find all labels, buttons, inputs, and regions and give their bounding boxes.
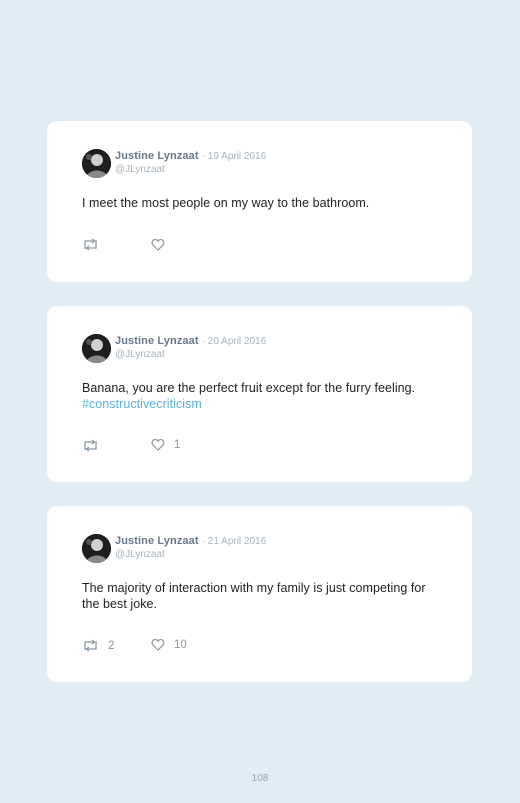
author-name[interactable]: Justine Lynzaat	[115, 535, 199, 547]
heart-icon	[151, 239, 165, 251]
author-handle: @JLynzaat	[115, 164, 165, 175]
tweet-card: Justine Lynzaat · 19 April 2016 @JLynzaa…	[47, 121, 472, 282]
heart-icon	[151, 639, 165, 651]
tweet-date: · 19 April 2016	[201, 151, 267, 162]
heart-icon	[151, 439, 165, 451]
retweet-icon	[84, 639, 97, 652]
like-button[interactable]: 10	[151, 639, 187, 651]
retweet-button[interactable]	[82, 238, 108, 251]
like-count: 10	[174, 639, 187, 651]
tweet-header: Justine Lynzaat · 20 April 2016	[115, 335, 266, 347]
avatar[interactable]	[82, 149, 111, 178]
author-name[interactable]: Justine Lynzaat	[115, 150, 199, 162]
tweet-text: The majority of interaction with my fami…	[82, 580, 437, 612]
retweet-button[interactable]: 2	[82, 639, 114, 652]
like-count: 1	[174, 439, 181, 451]
avatar[interactable]	[82, 534, 111, 563]
tweet-card: Justine Lynzaat · 20 April 2016 @JLynzaa…	[47, 306, 472, 482]
tweet-date: · 21 April 2016	[201, 536, 267, 547]
tweet-text: Banana, you are the perfect fruit except…	[82, 380, 442, 412]
tweet-header: Justine Lynzaat · 21 April 2016	[115, 535, 266, 547]
author-handle: @JLynzaat	[115, 349, 165, 360]
retweet-icon	[84, 439, 97, 452]
hashtag-link[interactable]: #constructivecriticism	[82, 396, 442, 412]
author-name[interactable]: Justine Lynzaat	[115, 335, 199, 347]
retweet-count: 2	[108, 639, 115, 652]
retweet-icon	[84, 238, 97, 251]
page-number: 108	[251, 773, 269, 784]
tweet-body: I meet the most people on my way to the …	[82, 196, 370, 210]
tweet-text: I meet the most people on my way to the …	[82, 195, 442, 211]
tweet-card: Justine Lynzaat · 21 April 2016 @JLynzaa…	[47, 506, 472, 682]
tweet-body: The majority of interaction with my fami…	[82, 581, 426, 611]
like-button[interactable]: 1	[151, 439, 180, 451]
tweet-header: Justine Lynzaat · 19 April 2016	[115, 150, 266, 162]
author-handle: @JLynzaat	[115, 549, 165, 560]
avatar[interactable]	[82, 334, 111, 363]
tweet-body: Banana, you are the perfect fruit except…	[82, 381, 416, 395]
tweet-date: · 20 April 2016	[201, 336, 267, 347]
like-button[interactable]	[151, 239, 174, 251]
retweet-button[interactable]	[82, 439, 108, 452]
